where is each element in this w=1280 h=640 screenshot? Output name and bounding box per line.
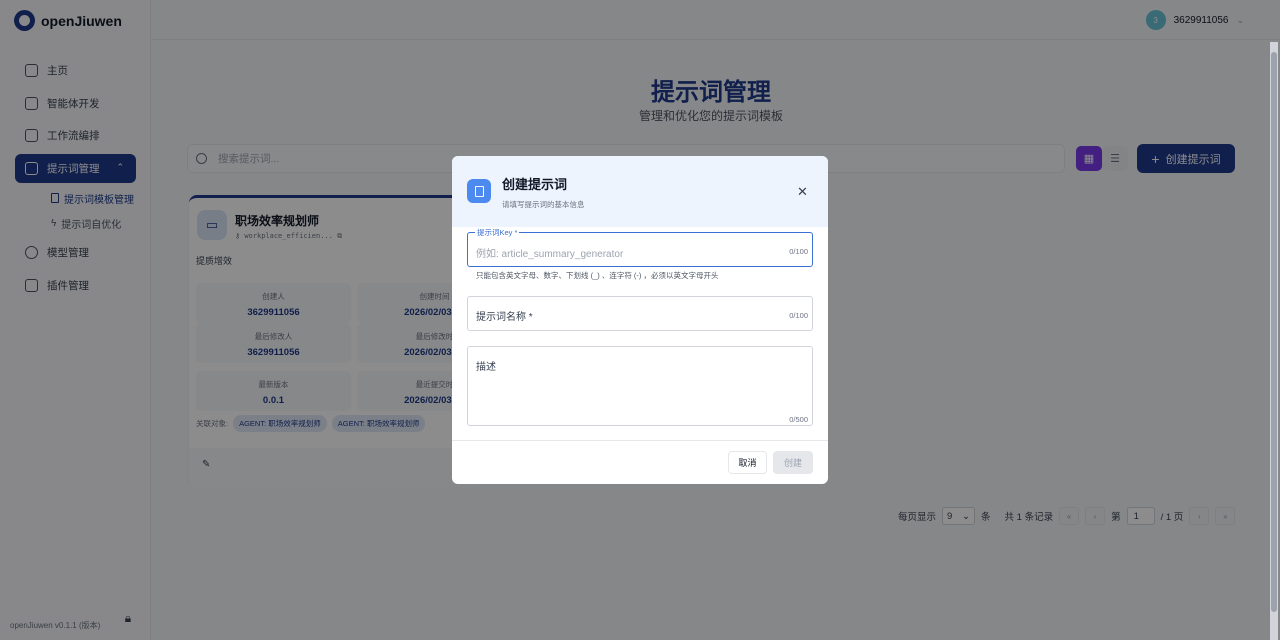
description-field[interactable]: 描述 0/500 [467,346,813,426]
prompt-key-count: 0/100 [789,247,808,256]
prompt-key-field[interactable]: 提示词Key * 例如: article_summary_generator 0… [467,227,813,267]
prompt-name-count: 0/100 [789,311,808,320]
create-button[interactable]: 创建 [773,451,813,474]
prompt-key-help: 只能包含英文字母、数字、下划线 (_) 、连字符 (-) ，必须以英文字母开头 [476,271,719,280]
cancel-button[interactable]: 取消 [728,451,767,474]
prompt-key-placeholder: 例如: article_summary_generator [476,249,624,260]
scrollbar-thumb[interactable] [1271,52,1277,612]
dialog-subtitle: 请填写提示词的基本信息 [502,200,585,209]
close-icon[interactable]: ✕ [797,184,808,200]
description-label: 描述 [476,362,496,373]
description-count: 0/500 [789,415,808,424]
dialog-divider [452,440,828,441]
create-prompt-dialog: 创建提示词 请填写提示词的基本信息 ✕ 提示词Key * 例如: article… [452,156,828,484]
document-icon [467,179,491,203]
prompt-name-label: 提示词名称 * [476,312,533,323]
prompt-name-field[interactable]: 提示词名称 * 0/100 [467,296,813,331]
dialog-title: 创建提示词 [502,177,568,192]
prompt-key-legend: 提示词Key * [475,227,520,238]
dialog-header: 创建提示词 请填写提示词的基本信息 ✕ [452,156,828,227]
